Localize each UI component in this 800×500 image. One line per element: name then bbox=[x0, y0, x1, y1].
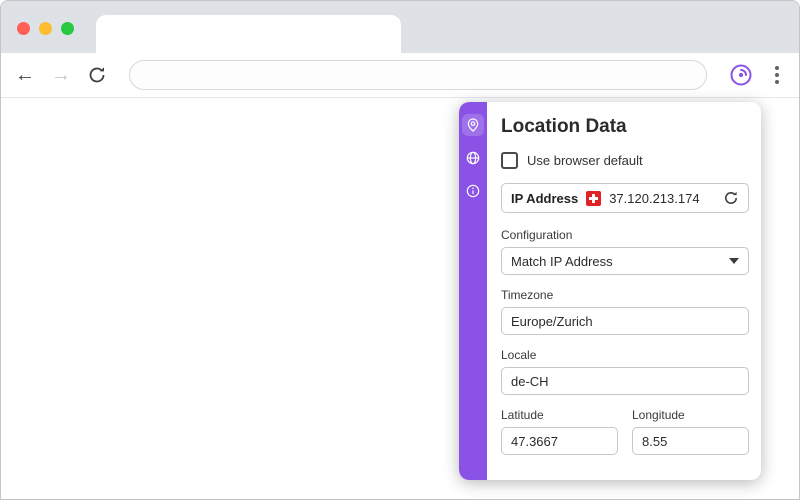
latitude-group: Latitude bbox=[501, 408, 618, 468]
tab-info[interactable] bbox=[462, 180, 484, 202]
locale-input[interactable] bbox=[501, 367, 749, 395]
ip-address-row: IP Address 37.120.213.174 bbox=[501, 183, 749, 213]
swiss-flag-icon bbox=[586, 190, 602, 206]
close-window-button[interactable] bbox=[17, 22, 30, 35]
checkbox-label: Use browser default bbox=[527, 153, 643, 168]
panel-title: Location Data bbox=[501, 116, 627, 137]
chevron-down-icon bbox=[729, 258, 739, 264]
longitude-input[interactable] bbox=[632, 427, 749, 455]
traffic-lights bbox=[17, 22, 74, 35]
lat-long-row: Latitude Longitude bbox=[501, 408, 749, 468]
ip-address-label: IP Address bbox=[511, 190, 579, 206]
refresh-icon bbox=[725, 191, 737, 204]
configuration-value: Match IP Address bbox=[511, 253, 613, 269]
minimize-window-button[interactable] bbox=[39, 22, 52, 35]
locale-label: Locale bbox=[501, 348, 537, 362]
tab-location[interactable] bbox=[462, 114, 484, 136]
latitude-label: Latitude bbox=[501, 408, 544, 422]
sidebar-rail bbox=[459, 102, 487, 480]
configuration-label: Configuration bbox=[501, 228, 573, 242]
forward-button[interactable]: → bbox=[51, 65, 71, 85]
location-pin-icon bbox=[467, 118, 479, 132]
configuration-select[interactable]: Match IP Address bbox=[501, 247, 749, 275]
use-browser-default-row[interactable]: Use browser default bbox=[501, 152, 749, 169]
zoom-window-button[interactable] bbox=[61, 22, 74, 35]
longitude-label: Longitude bbox=[632, 408, 685, 422]
ip-address-value: 37.120.213.174 bbox=[609, 190, 700, 206]
use-browser-default-checkbox[interactable] bbox=[501, 152, 518, 169]
browser-window: ← → Location Data Use browser default IP… bbox=[0, 0, 800, 500]
vytal-extension-icon[interactable] bbox=[729, 63, 753, 87]
page-content: Location Data Use browser default IP Add… bbox=[1, 98, 799, 499]
browser-tab[interactable] bbox=[96, 15, 401, 53]
globe-icon bbox=[466, 151, 480, 165]
extension-popup: Location Data Use browser default IP Add… bbox=[459, 102, 761, 480]
browser-toolbar: ← → bbox=[1, 53, 799, 98]
latitude-input[interactable] bbox=[501, 427, 618, 455]
tab-globe[interactable] bbox=[462, 147, 484, 169]
tab-strip bbox=[1, 1, 799, 53]
info-icon bbox=[466, 184, 480, 198]
panel-body: Location Data Use browser default IP Add… bbox=[487, 102, 761, 480]
reload-icon bbox=[89, 67, 105, 83]
refresh-ip-button[interactable] bbox=[723, 190, 739, 206]
vytal-logo-icon bbox=[730, 64, 752, 86]
timezone-input[interactable] bbox=[501, 307, 749, 335]
longitude-group: Longitude bbox=[632, 408, 749, 468]
reload-button[interactable] bbox=[87, 65, 107, 85]
back-button[interactable]: ← bbox=[15, 65, 35, 85]
browser-menu-button[interactable] bbox=[769, 62, 785, 88]
address-bar[interactable] bbox=[129, 60, 707, 90]
timezone-label: Timezone bbox=[501, 288, 554, 302]
